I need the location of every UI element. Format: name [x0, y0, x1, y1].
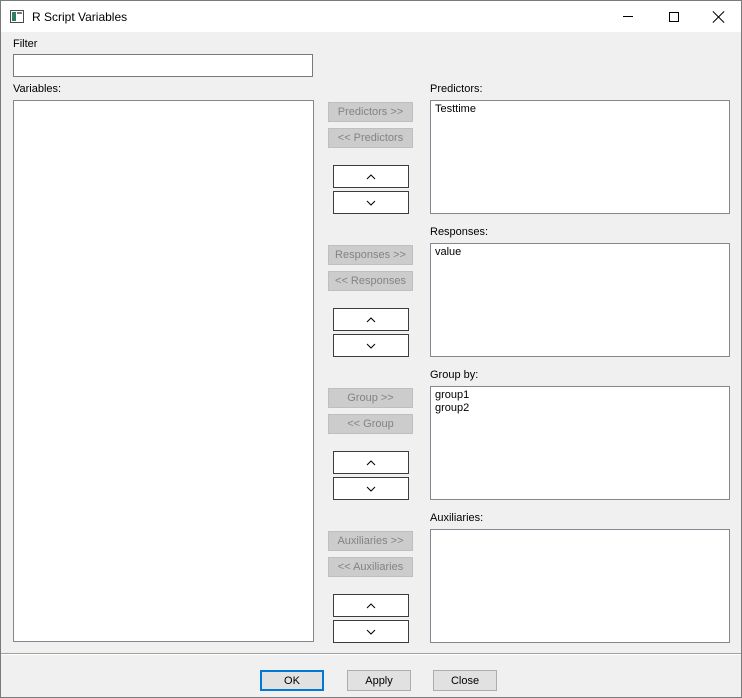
remove-group-button[interactable]: << Group [328, 414, 413, 434]
chevron-up-icon [366, 316, 376, 322]
remove-predictors-button[interactable]: << Predictors [328, 128, 413, 148]
auxiliaries-move-up-button[interactable] [333, 594, 409, 617]
predictors-move-down-button[interactable] [333, 191, 409, 214]
filter-label: Filter [13, 38, 38, 50]
auxiliaries-move-down-button[interactable] [333, 620, 409, 643]
responses-move-down-button[interactable] [333, 334, 409, 357]
chevron-up-icon [366, 459, 376, 465]
close-button[interactable]: Close [433, 670, 497, 691]
add-responses-button[interactable]: Responses >> [328, 245, 413, 265]
window-title: R Script Variables [32, 10, 128, 24]
apply-button[interactable]: Apply [347, 670, 411, 691]
footer-separator [1, 653, 741, 655]
close-icon [713, 11, 725, 23]
maximize-icon [669, 11, 679, 22]
group-by-label: Group by: [430, 369, 479, 381]
chevron-down-icon [366, 343, 376, 349]
minimize-icon [623, 16, 633, 17]
chevron-down-icon [366, 629, 376, 635]
list-item[interactable]: group1 [435, 389, 725, 402]
close-window-button[interactable] [696, 1, 742, 32]
group-move-down-button[interactable] [333, 477, 409, 500]
remove-auxiliaries-button[interactable]: << Auxiliaries [328, 557, 413, 577]
list-item[interactable]: Testtime [435, 103, 725, 116]
chevron-down-icon [366, 486, 376, 492]
add-auxiliaries-button[interactable]: Auxiliaries >> [328, 531, 413, 551]
list-item[interactable]: value [435, 246, 725, 259]
responses-label: Responses: [430, 226, 489, 238]
list-item[interactable]: group2 [435, 402, 725, 415]
responses-move-up-button[interactable] [333, 308, 409, 331]
auxiliaries-list[interactable] [430, 529, 730, 643]
chevron-up-icon [366, 173, 376, 179]
variables-list[interactable] [13, 100, 314, 642]
app-window-icon [10, 10, 24, 23]
ok-button[interactable]: OK [260, 670, 324, 691]
add-predictors-button[interactable]: Predictors >> [328, 102, 413, 122]
group-move-up-button[interactable] [333, 451, 409, 474]
add-group-button[interactable]: Group >> [328, 388, 413, 408]
predictors-label: Predictors: [430, 83, 483, 95]
chevron-down-icon [366, 200, 376, 206]
minimize-button[interactable] [605, 1, 651, 32]
filter-input[interactable] [13, 54, 313, 77]
variables-label: Variables: [13, 83, 62, 95]
auxiliaries-label: Auxiliaries: [430, 512, 484, 524]
maximize-button[interactable] [651, 1, 697, 32]
title-bar[interactable]: R Script Variables [1, 1, 741, 32]
predictors-move-up-button[interactable] [333, 165, 409, 188]
predictors-list[interactable]: Testtime [430, 100, 730, 214]
dialog-window: R Script Variables Filter Variables: Pre… [0, 0, 742, 698]
chevron-up-icon [366, 602, 376, 608]
responses-list[interactable]: value [430, 243, 730, 357]
group-by-list[interactable]: group1 group2 [430, 386, 730, 500]
remove-responses-button[interactable]: << Responses [328, 271, 413, 291]
